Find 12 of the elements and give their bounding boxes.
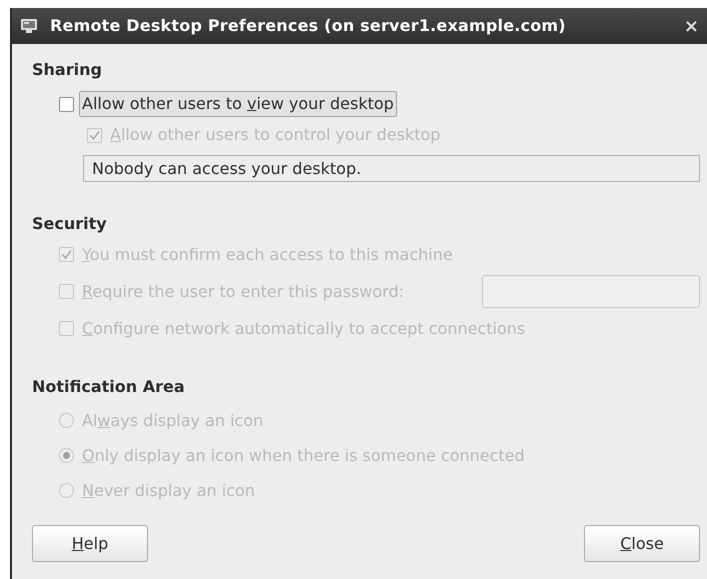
section-heading: Notification Area	[32, 376, 186, 398]
option-label: Allow other users to view your desktop	[79, 91, 397, 117]
window-title: Remote Desktop Preferences (on server1.example.com)	[50, 15, 567, 37]
monitor-icon	[20, 18, 38, 34]
dialog-button[interactable]: Help	[32, 525, 148, 562]
password-field[interactable]	[482, 275, 700, 308]
section-heading: Security	[32, 213, 108, 235]
dialog-button[interactable]: Close	[584, 525, 700, 562]
section-heading: Sharing	[32, 59, 103, 81]
status-field: Nobody can access your desktop.	[83, 155, 700, 182]
checkbox[interactable]	[59, 96, 74, 112]
close-button[interactable]: ×	[684, 12, 699, 40]
